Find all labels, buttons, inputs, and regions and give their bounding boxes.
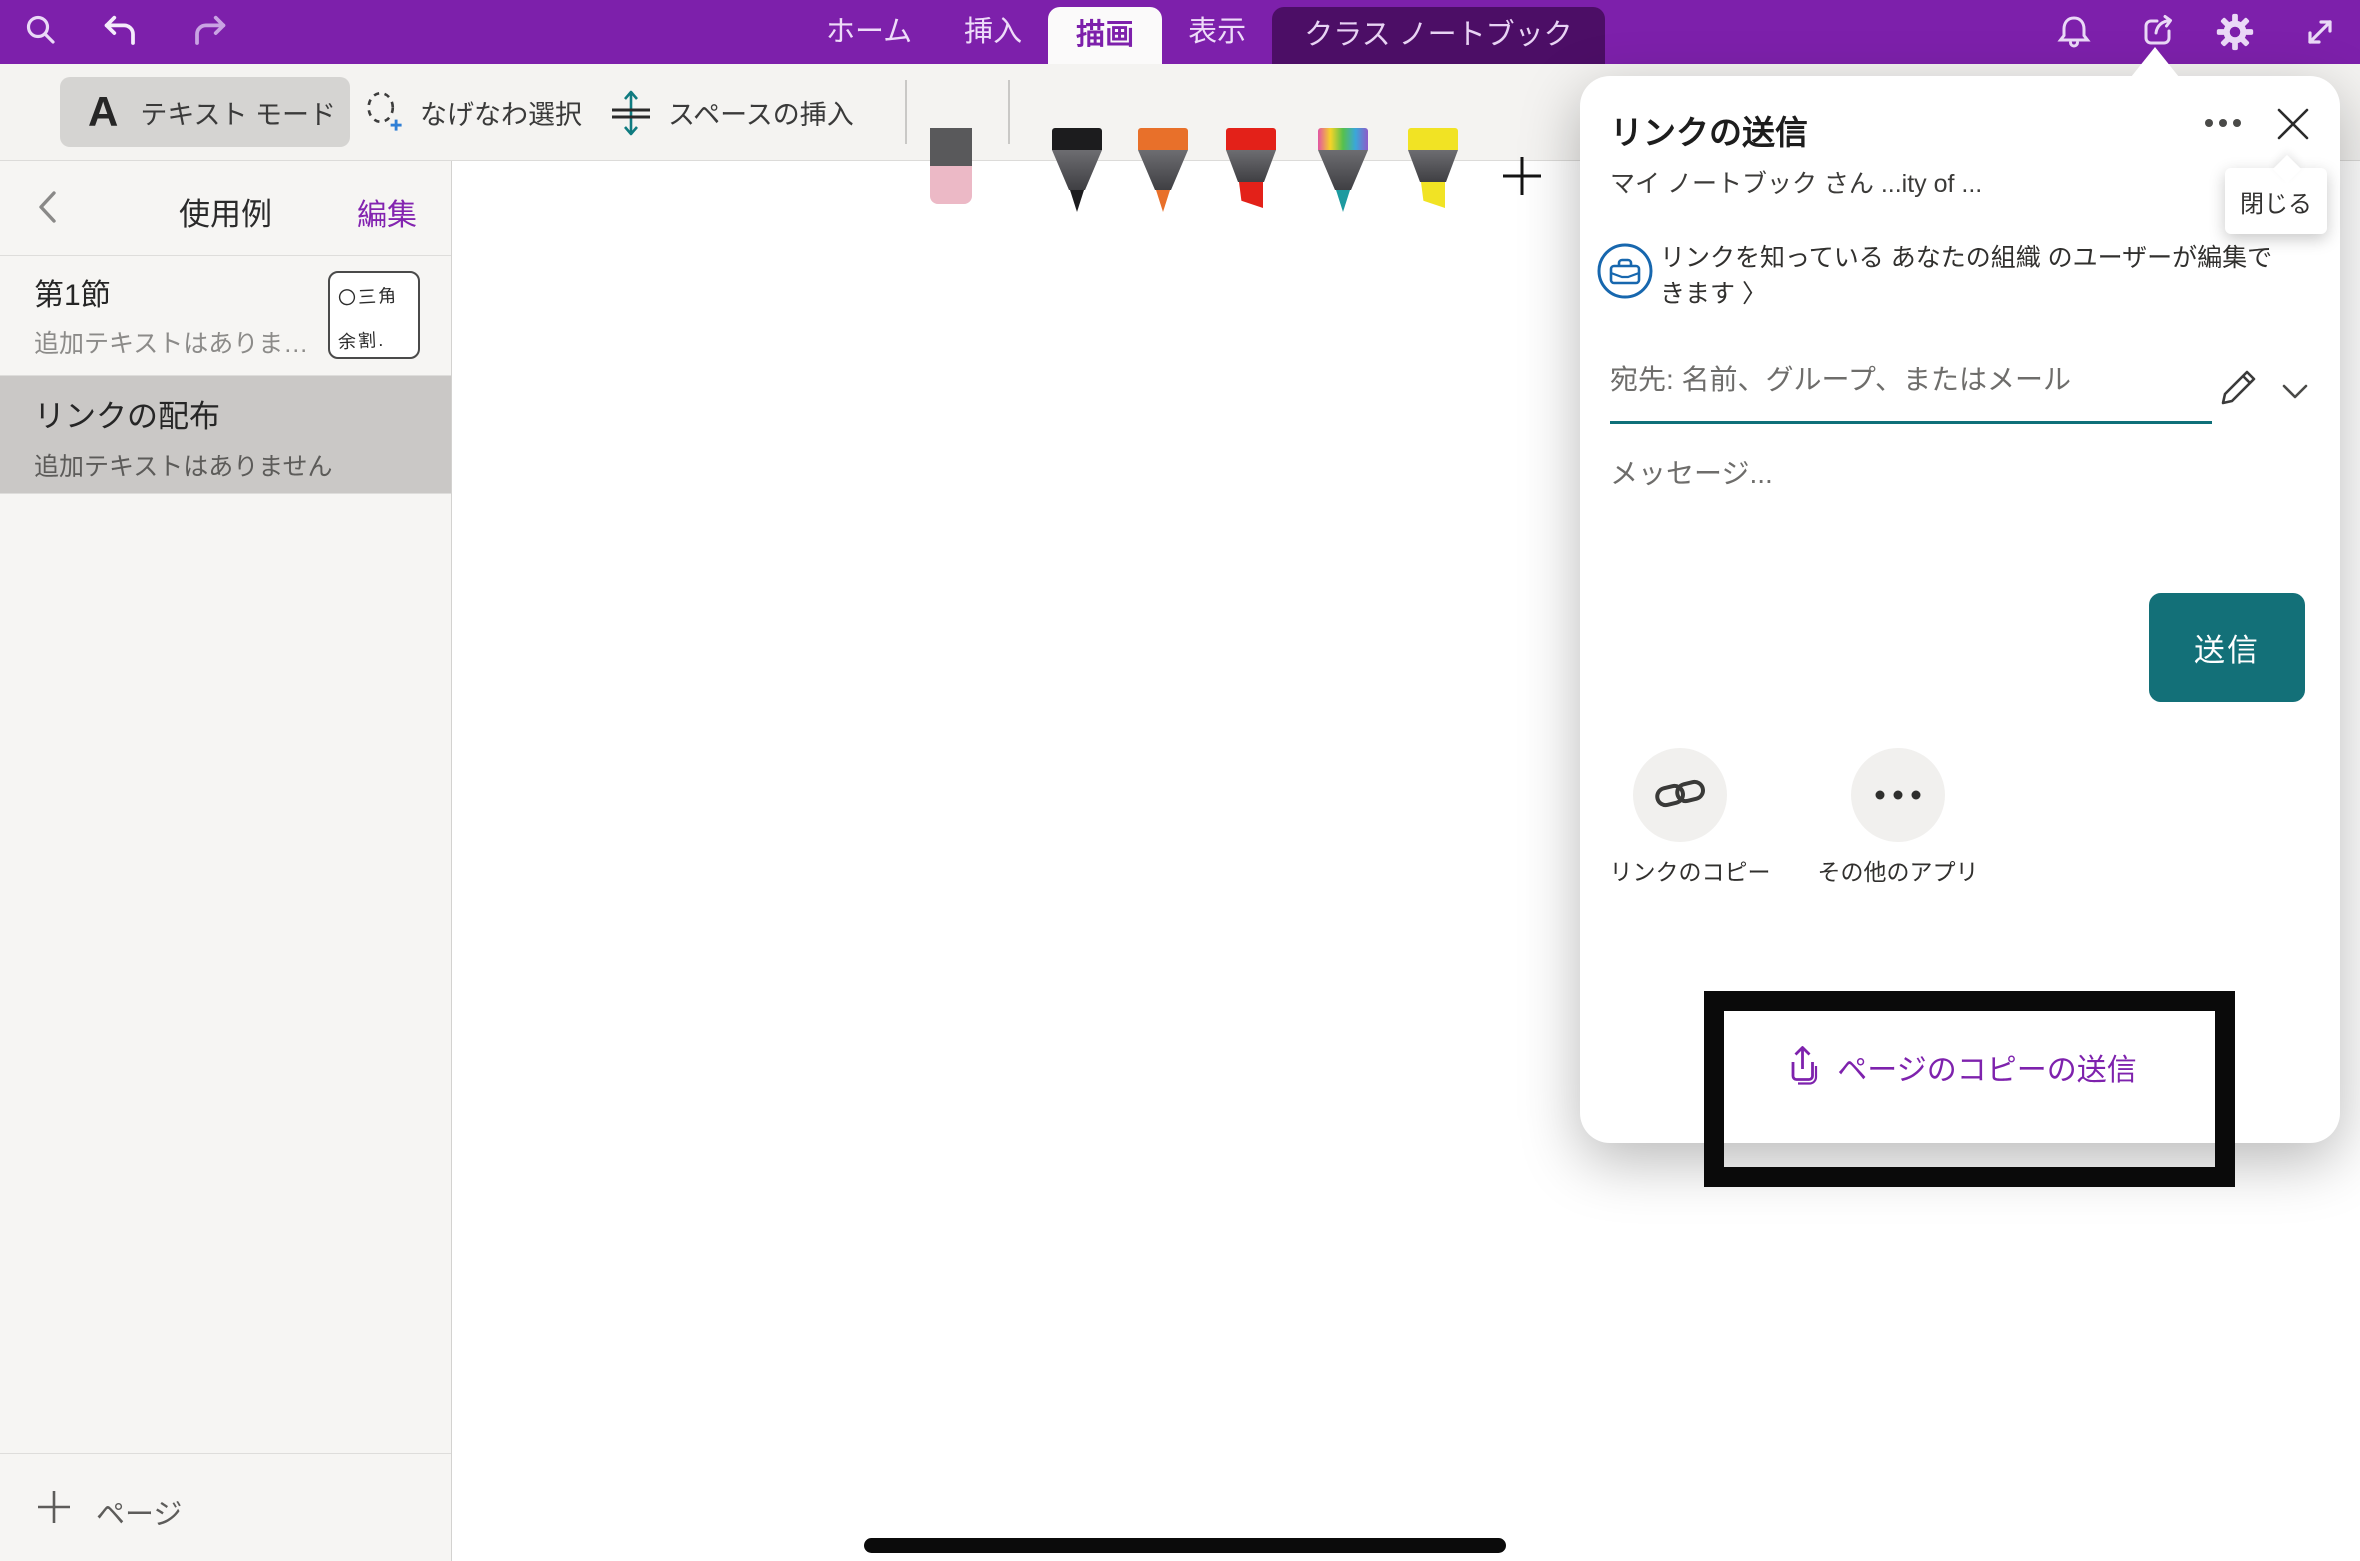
thumbnail-handwriting: 〇三角 — [337, 281, 398, 310]
onenote-app: ホーム 挿入 描画 表示 クラス ノートブック — [0, 0, 2360, 1561]
copy-link-button[interactable] — [1633, 748, 1727, 842]
red-highlighter-tool[interactable] — [1220, 128, 1282, 216]
text-mode-a-icon: A — [88, 91, 118, 133]
lasso-select-label: なげなわ選択 — [420, 93, 582, 132]
pen-cone — [1138, 150, 1188, 190]
send-link-dialog: リンクの送信 マイ ノートブック さん ...ity of ... 閉じる リン… — [1580, 76, 2340, 1143]
plus-icon — [36, 1489, 72, 1525]
recipient-underline — [1610, 421, 2212, 424]
tab-draw[interactable]: 描画 — [1048, 7, 1162, 64]
rainbow-galaxy-pen-tool[interactable] — [1312, 128, 1374, 216]
dialog-callout-arrow — [2131, 47, 2179, 77]
pen-band — [1318, 128, 1368, 150]
pen-band — [1052, 128, 1102, 150]
dialog-subtitle: マイ ノートブック さん ...ity of ... — [1610, 164, 1982, 200]
notifications-bell-icon[interactable] — [2052, 10, 2096, 54]
pen-nib — [1336, 190, 1350, 212]
fullscreen-expand-icon[interactable] — [2298, 10, 2342, 54]
pen-cone — [1408, 150, 1458, 182]
lasso-select-button[interactable]: なげなわ選択 — [362, 64, 582, 161]
send-page-copy-label: ページのコピーの送信 — [1837, 1045, 2136, 1089]
page-subtitle: 追加テキストはありません — [34, 447, 333, 483]
yellow-highlighter-tool[interactable] — [1402, 128, 1464, 216]
add-page-button[interactable]: ページ — [0, 1477, 451, 1537]
close-icon[interactable] — [2263, 94, 2323, 154]
close-tooltip: 閉じる — [2225, 168, 2327, 234]
send-page-copy-button[interactable]: ページのコピーの送信 — [1580, 1044, 2340, 1090]
add-page-label: ページ — [96, 1491, 182, 1533]
pen-cone — [1318, 150, 1368, 190]
text-mode-button[interactable]: A テキスト モード — [60, 77, 350, 147]
orange-pen-tool[interactable] — [1132, 128, 1194, 216]
pen-nib — [1239, 182, 1263, 208]
add-pen-button[interactable] — [1498, 152, 1546, 200]
pen-cone — [1052, 150, 1102, 190]
ellipsis-icon — [1872, 785, 1924, 805]
page-title: リンクの配布 — [34, 391, 220, 436]
page-list-item[interactable]: 第1節 追加テキストはありま… 〇三角 余割. — [0, 256, 451, 375]
sidebar-header: 使用例 編集 — [0, 161, 451, 255]
edit-button[interactable]: 編集 — [357, 190, 417, 234]
search-icon[interactable] — [20, 10, 64, 54]
edit-pencil-icon[interactable] — [2216, 364, 2262, 410]
chevron-down-icon[interactable] — [2278, 374, 2312, 408]
dialog-title: リンクの送信 — [1610, 106, 1808, 154]
page-list-sidebar: 使用例 編集 第1節 追加テキストはありま… 〇三角 余割. リンクの配布 追加… — [0, 161, 452, 1561]
pen-cone — [1226, 150, 1276, 182]
pen-band — [1226, 128, 1276, 150]
eraser-tool[interactable] — [930, 128, 972, 204]
plus-icon — [1499, 153, 1545, 199]
black-pen-tool[interactable] — [1046, 128, 1108, 216]
copy-link-label: リンクのコピー — [1580, 853, 1800, 887]
tab-class-notebook[interactable]: クラス ノートブック — [1272, 7, 1604, 64]
pen-nib — [1156, 190, 1170, 212]
more-apps-button[interactable] — [1851, 748, 1945, 842]
link-permission-setting[interactable]: リンクを知っている あなたの組織 のユーザーが編集できます 〉 — [1660, 240, 2284, 312]
page-title: 第1節 — [34, 270, 111, 314]
settings-gear-icon[interactable] — [2213, 10, 2257, 54]
redo-icon[interactable] — [186, 10, 230, 54]
pen-nib — [1421, 182, 1445, 208]
link-icon — [1654, 775, 1706, 815]
tab-home[interactable]: ホーム — [800, 0, 938, 64]
divider — [0, 1453, 451, 1454]
thumbnail-handwriting: 余割. — [337, 326, 385, 354]
divider — [0, 493, 451, 494]
top-app-bar: ホーム 挿入 描画 表示 クラス ノートブック — [0, 0, 2360, 64]
close-tooltip-label: 閉じる — [2240, 184, 2312, 219]
eraser-tip — [930, 166, 972, 204]
pen-band — [1138, 128, 1188, 150]
insert-space-label: スペースの挿入 — [668, 93, 854, 132]
pen-nib — [1070, 190, 1084, 212]
organization-briefcase-icon — [1596, 242, 1654, 300]
page-list-item-selected[interactable]: リンクの配布 追加テキストはありません — [0, 376, 451, 493]
text-mode-label: テキスト モード — [140, 93, 336, 132]
more-options-icon[interactable] — [2193, 93, 2253, 153]
message-input[interactable] — [1610, 452, 2202, 496]
undo-icon[interactable] — [100, 10, 144, 54]
toolbar-divider — [905, 80, 907, 144]
lasso-icon — [362, 91, 406, 135]
page-thumbnail: 〇三角 余割. — [328, 271, 420, 359]
insert-space-button[interactable]: スペースの挿入 — [608, 64, 854, 161]
tab-insert[interactable]: 挿入 — [938, 0, 1048, 64]
more-apps-label: その他のアプリ — [1788, 853, 2008, 887]
recipient-input[interactable] — [1610, 358, 2202, 402]
ribbon-tabs: ホーム 挿入 描画 表示 クラス ノートブック — [800, 0, 1605, 64]
eraser-icon — [930, 128, 972, 166]
home-indicator-bar[interactable] — [864, 1538, 1506, 1553]
pen-band — [1408, 128, 1458, 150]
send-button[interactable]: 送信 — [2149, 593, 2305, 702]
send-button-label: 送信 — [2194, 625, 2260, 670]
share-page-copy-icon — [1783, 1044, 1823, 1090]
insert-space-icon — [608, 90, 654, 136]
tab-view[interactable]: 表示 — [1162, 0, 1272, 64]
toolbar-divider — [1008, 80, 1010, 144]
page-subtitle: 追加テキストはありま… — [34, 324, 308, 360]
